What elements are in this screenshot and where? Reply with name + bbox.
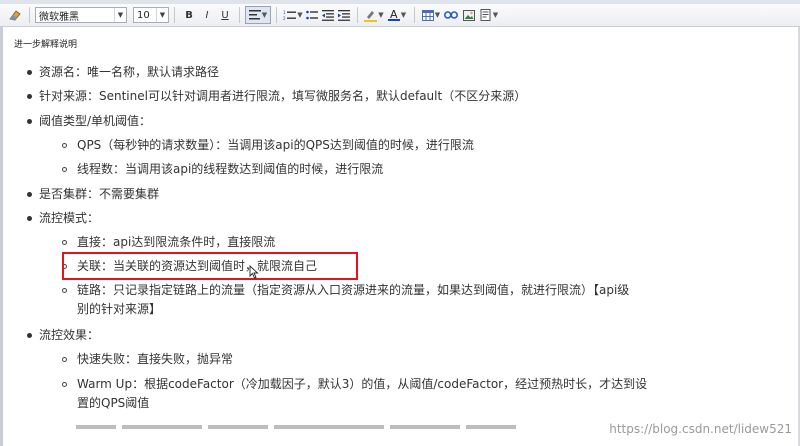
- bold-button[interactable]: B: [180, 6, 198, 24]
- circle-bullet-icon: [62, 143, 67, 148]
- list-item: 针对来源：Sentinel可以针对调用者进行限流，填写微服务名，默认defaul…: [39, 89, 527, 103]
- svg-text:2: 2: [283, 16, 286, 21]
- circle-bullet-icon: [62, 357, 67, 362]
- ordered-list-button[interactable]: 12 ▼: [282, 6, 304, 24]
- bullet-icon: [27, 70, 32, 75]
- toolbar-separator: [357, 7, 358, 23]
- font-size-value: 10: [137, 9, 150, 21]
- chevron-down-icon: ▼: [297, 11, 303, 19]
- list-item: QPS（每秒钟的请求数量）：当调用该api的QPS达到阈值的时候，进行限流: [77, 138, 474, 152]
- list-item: 是否集群：不需要集群: [39, 187, 160, 201]
- font-size-select[interactable]: 10 ▼: [133, 7, 169, 23]
- chevron-down-icon: ▼: [261, 11, 268, 19]
- list-item: 线程数：当调用该api的线程数达到阈值的时候，进行限流: [77, 162, 384, 176]
- link-icon: [444, 11, 458, 19]
- bullet-icon: [27, 94, 32, 99]
- image-icon: [463, 9, 475, 21]
- editor-left-border: [0, 27, 3, 446]
- bullet-icon: [27, 119, 32, 124]
- font-color-bar: [387, 18, 400, 21]
- circle-bullet-icon: [62, 240, 67, 245]
- editor-toolbar: 微软雅黑 ▼ 10 ▼ B I U ▼ 12 ▼ ▼ A ▼ ▼ ▼: [0, 4, 800, 27]
- indent-icon: [338, 9, 350, 21]
- list-item: 链路：只记录指定链路上的流量（指定资源从入口资源进来的流量，如果达到阈值，就进行…: [77, 283, 630, 297]
- unordered-list-button[interactable]: [304, 6, 320, 24]
- list-item: 流控模式：: [39, 211, 100, 225]
- toolbar-separator: [29, 7, 30, 23]
- toolbar-separator: [414, 7, 415, 23]
- list-item: 快速失败：直接失败，抛异常: [77, 352, 234, 366]
- chevron-down-icon: ▼: [400, 11, 407, 19]
- circle-bullet-icon: [62, 382, 67, 387]
- toolbar-separator: [174, 7, 175, 23]
- highlight-icon: [364, 10, 378, 22]
- unordered-list-icon: [306, 10, 318, 19]
- eraser-icon[interactable]: [6, 6, 24, 24]
- outdent-button[interactable]: [320, 6, 336, 24]
- italic-button[interactable]: I: [198, 6, 216, 24]
- insert-icon: [480, 9, 491, 21]
- underline-button[interactable]: U: [216, 6, 234, 24]
- outdent-icon: [322, 9, 334, 21]
- list-item: Warm Up：根据codeFactor（冷加载因子，默认3）的值，从阈值/co…: [77, 377, 648, 391]
- list-item: 直接：api达到限流条件时，直接限流: [77, 235, 276, 249]
- chevron-down-icon[interactable]: ▼: [114, 8, 126, 22]
- section-heading: 进一步解释说明: [14, 40, 78, 50]
- chevron-down-icon: ▼: [378, 11, 384, 19]
- watermark-text: https://blog.csdn.net/lidew521: [609, 422, 792, 436]
- chevron-down-icon[interactable]: ▼: [156, 8, 168, 22]
- align-button[interactable]: ▼: [245, 6, 271, 24]
- font-family-value: 微软雅黑: [39, 11, 79, 23]
- circle-bullet-icon: [62, 167, 67, 172]
- circle-bullet-icon: [62, 288, 67, 293]
- list-item-continuation: 置的QPS阈值: [77, 396, 150, 410]
- link-button[interactable]: [442, 6, 460, 24]
- toolbar-separator: [276, 7, 277, 23]
- highlight-annotation-box: [62, 252, 358, 280]
- font-family-select[interactable]: 微软雅黑 ▼: [35, 7, 127, 23]
- table-button[interactable]: ▼: [420, 6, 442, 24]
- highlight-button[interactable]: ▼: [363, 6, 385, 24]
- font-color-button[interactable]: A ▼: [385, 6, 409, 24]
- font-color-icon: A: [390, 7, 398, 21]
- list-item-continuation: 别的针对来源】: [77, 302, 162, 316]
- ordered-list-icon: 12: [283, 10, 297, 21]
- image-button[interactable]: [460, 6, 478, 24]
- bullet-icon: [27, 216, 32, 221]
- indent-button[interactable]: [336, 6, 352, 24]
- bullet-icon: [27, 333, 32, 338]
- align-icon: [248, 10, 261, 20]
- svg-text:1: 1: [283, 10, 286, 15]
- insert-button[interactable]: ▼: [478, 6, 500, 24]
- table-icon: [421, 9, 434, 21]
- list-item: 阈值类型/单机阈值：: [39, 114, 152, 128]
- list-item: 资源名：唯一名称，默认请求路径: [39, 65, 220, 79]
- bullet-icon: [27, 192, 32, 197]
- chevron-down-icon: ▼: [492, 11, 499, 19]
- mouse-cursor-icon: [249, 264, 259, 282]
- list-item: 流控效果：: [39, 328, 100, 342]
- toolbar-separator: [239, 7, 240, 23]
- chevron-down-icon: ▼: [434, 11, 441, 19]
- cut-off-text-line: [76, 419, 556, 429]
- editor-content-area[interactable]: 进一步解释说明 资源名：唯一名称，默认请求路径 针对来源：Sentinel可以针…: [0, 27, 800, 446]
